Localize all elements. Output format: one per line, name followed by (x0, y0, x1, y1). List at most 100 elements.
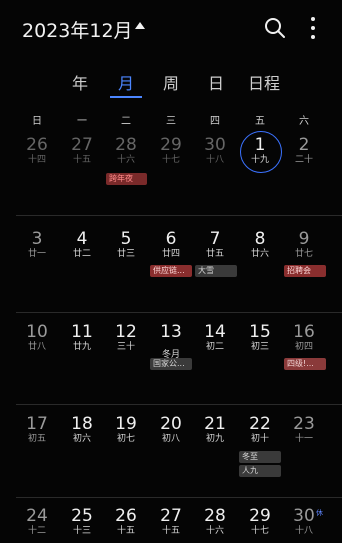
weekday-header: 日 一 二 三 四 五 六 (0, 112, 342, 128)
lunar-date: 十五 (161, 526, 180, 536)
day-cell[interactable]: 25 十三 (60, 506, 104, 537)
day-number: 13 (160, 322, 182, 342)
day-cell[interactable]: 27 十五 (60, 135, 104, 166)
top-bar: 2023年12月 (0, 0, 342, 56)
day-cell[interactable]: 8 廿六 (238, 229, 282, 260)
tab-year[interactable]: 年 (72, 70, 88, 94)
event-chip[interactable]: 大雪 (195, 265, 237, 277)
lunar-date: 二十 (294, 155, 313, 165)
day-number: 5 (120, 229, 132, 249)
day-cell[interactable]: 26 十五 (104, 506, 148, 537)
day-number: 27 (160, 506, 182, 526)
lunar-date: 三十 (116, 342, 135, 352)
day-cell[interactable]: 5 廿三 (104, 229, 148, 260)
weekday-sat: 六 (299, 116, 309, 127)
tab-week[interactable]: 周 (163, 70, 179, 94)
lunar-date: 廿五 (205, 249, 224, 259)
day-cell[interactable]: 30 十八 (193, 135, 237, 166)
more-vertical-icon[interactable] (305, 14, 321, 42)
day-cell[interactable]: 9 廿七 (282, 229, 326, 260)
day-cell[interactable]: 3 廿一 (15, 229, 59, 260)
rest-day-badge: 休 (316, 509, 323, 517)
event-chip[interactable]: 跨年夜 (106, 173, 147, 185)
day-cell[interactable]: 13 冬月 (149, 322, 193, 363)
tab-day[interactable]: 日 (208, 70, 224, 94)
week-divider (16, 312, 342, 313)
weekday-sun: 日 (32, 116, 42, 127)
day-cell[interactable]: 15 初三 (238, 322, 282, 353)
tab-agenda[interactable]: 日程 (248, 70, 280, 94)
lunar-date: 十七 (250, 526, 269, 536)
weekday-thu: 四 (210, 116, 220, 127)
day-cell[interactable]: 10 廿八 (15, 322, 59, 353)
day-cell[interactable]: 16 初四 (282, 322, 326, 353)
day-number: 28 (115, 135, 137, 155)
day-cell[interactable]: 7 廿五 (193, 229, 237, 260)
day-number: 12 (115, 322, 137, 342)
lunar-date: 廿六 (250, 249, 269, 259)
tab-month[interactable]: 月 (118, 70, 134, 94)
day-cell[interactable]: 2 二十 (282, 135, 326, 166)
lunar-date: 十八 (294, 526, 313, 536)
day-number: 25 (71, 506, 93, 526)
day-cell[interactable]: 19 初七 (104, 414, 148, 445)
day-number: 29 (160, 135, 182, 155)
caret-up-icon[interactable] (135, 22, 145, 29)
lunar-date: 廿一 (27, 249, 46, 259)
lunar-date: 十八 (205, 155, 224, 165)
day-cell[interactable]: 26 十四 (15, 135, 59, 166)
event-chip[interactable]: 招聘会 (284, 265, 326, 277)
lunar-date: 初十 (250, 434, 269, 444)
event-chip[interactable]: 供应链... (150, 265, 192, 277)
lunar-date: 十四 (27, 155, 46, 165)
day-cell[interactable]: 6 廿四 (149, 229, 193, 260)
event-chip[interactable]: 国家公... (150, 358, 192, 370)
day-cell[interactable]: 17 初五 (15, 414, 59, 445)
day-cell[interactable]: 21 初九 (193, 414, 237, 445)
tab-underline (110, 96, 142, 98)
month-title[interactable]: 2023年12月 (22, 16, 133, 43)
day-cell[interactable]: 28 十六 (104, 135, 148, 166)
day-number: 7 (209, 229, 221, 249)
day-number: 22 (249, 414, 271, 434)
lunar-date: 廿八 (27, 342, 46, 352)
week-divider (16, 215, 342, 216)
lunar-date: 十五 (116, 526, 135, 536)
day-number: 19 (115, 414, 137, 434)
lunar-date: 廿九 (72, 342, 91, 352)
day-cell[interactable]: 24 十二 (15, 506, 59, 537)
lunar-date: 初八 (161, 434, 180, 444)
day-cell[interactable]: 29 十七 (238, 506, 282, 537)
lunar-date: 廿七 (294, 249, 313, 259)
day-cell[interactable]: 12 三十 (104, 322, 148, 353)
event-chip[interactable]: 冬至 (239, 451, 281, 463)
event-chip[interactable]: 四级!... (284, 358, 326, 370)
day-cell-today[interactable]: 1 十九 (238, 135, 282, 166)
day-number: 6 (165, 229, 177, 249)
day-cell[interactable]: 28 十六 (193, 506, 237, 537)
day-number: 8 (254, 229, 266, 249)
week-divider (16, 497, 342, 498)
day-cell[interactable]: 23 十一 (282, 414, 326, 445)
lunar-date: 十六 (205, 526, 224, 536)
day-cell[interactable]: 14 初二 (193, 322, 237, 353)
day-cell[interactable]: 11 廿九 (60, 322, 104, 353)
lunar-date: 十九 (250, 155, 269, 165)
day-cell[interactable]: 27 十五 (149, 506, 193, 537)
lunar-date: 十二 (27, 526, 46, 536)
day-cell[interactable]: 4 廿二 (60, 229, 104, 260)
day-number: 10 (26, 322, 48, 342)
weekday-fri: 五 (255, 116, 265, 127)
day-number: 17 (26, 414, 48, 434)
day-cell[interactable]: 18 初六 (60, 414, 104, 445)
day-cell[interactable]: 20 初八 (149, 414, 193, 445)
day-cell[interactable]: 22 初十 (238, 414, 282, 445)
search-icon[interactable] (263, 16, 287, 40)
day-number: 9 (298, 229, 310, 249)
lunar-date: 初二 (205, 342, 224, 352)
lunar-date: 初四 (294, 342, 313, 352)
week-divider (16, 404, 342, 405)
event-chip[interactable]: 人九 (239, 465, 281, 477)
day-cell[interactable]: 29 十七 (149, 135, 193, 166)
day-number: 26 (115, 506, 137, 526)
